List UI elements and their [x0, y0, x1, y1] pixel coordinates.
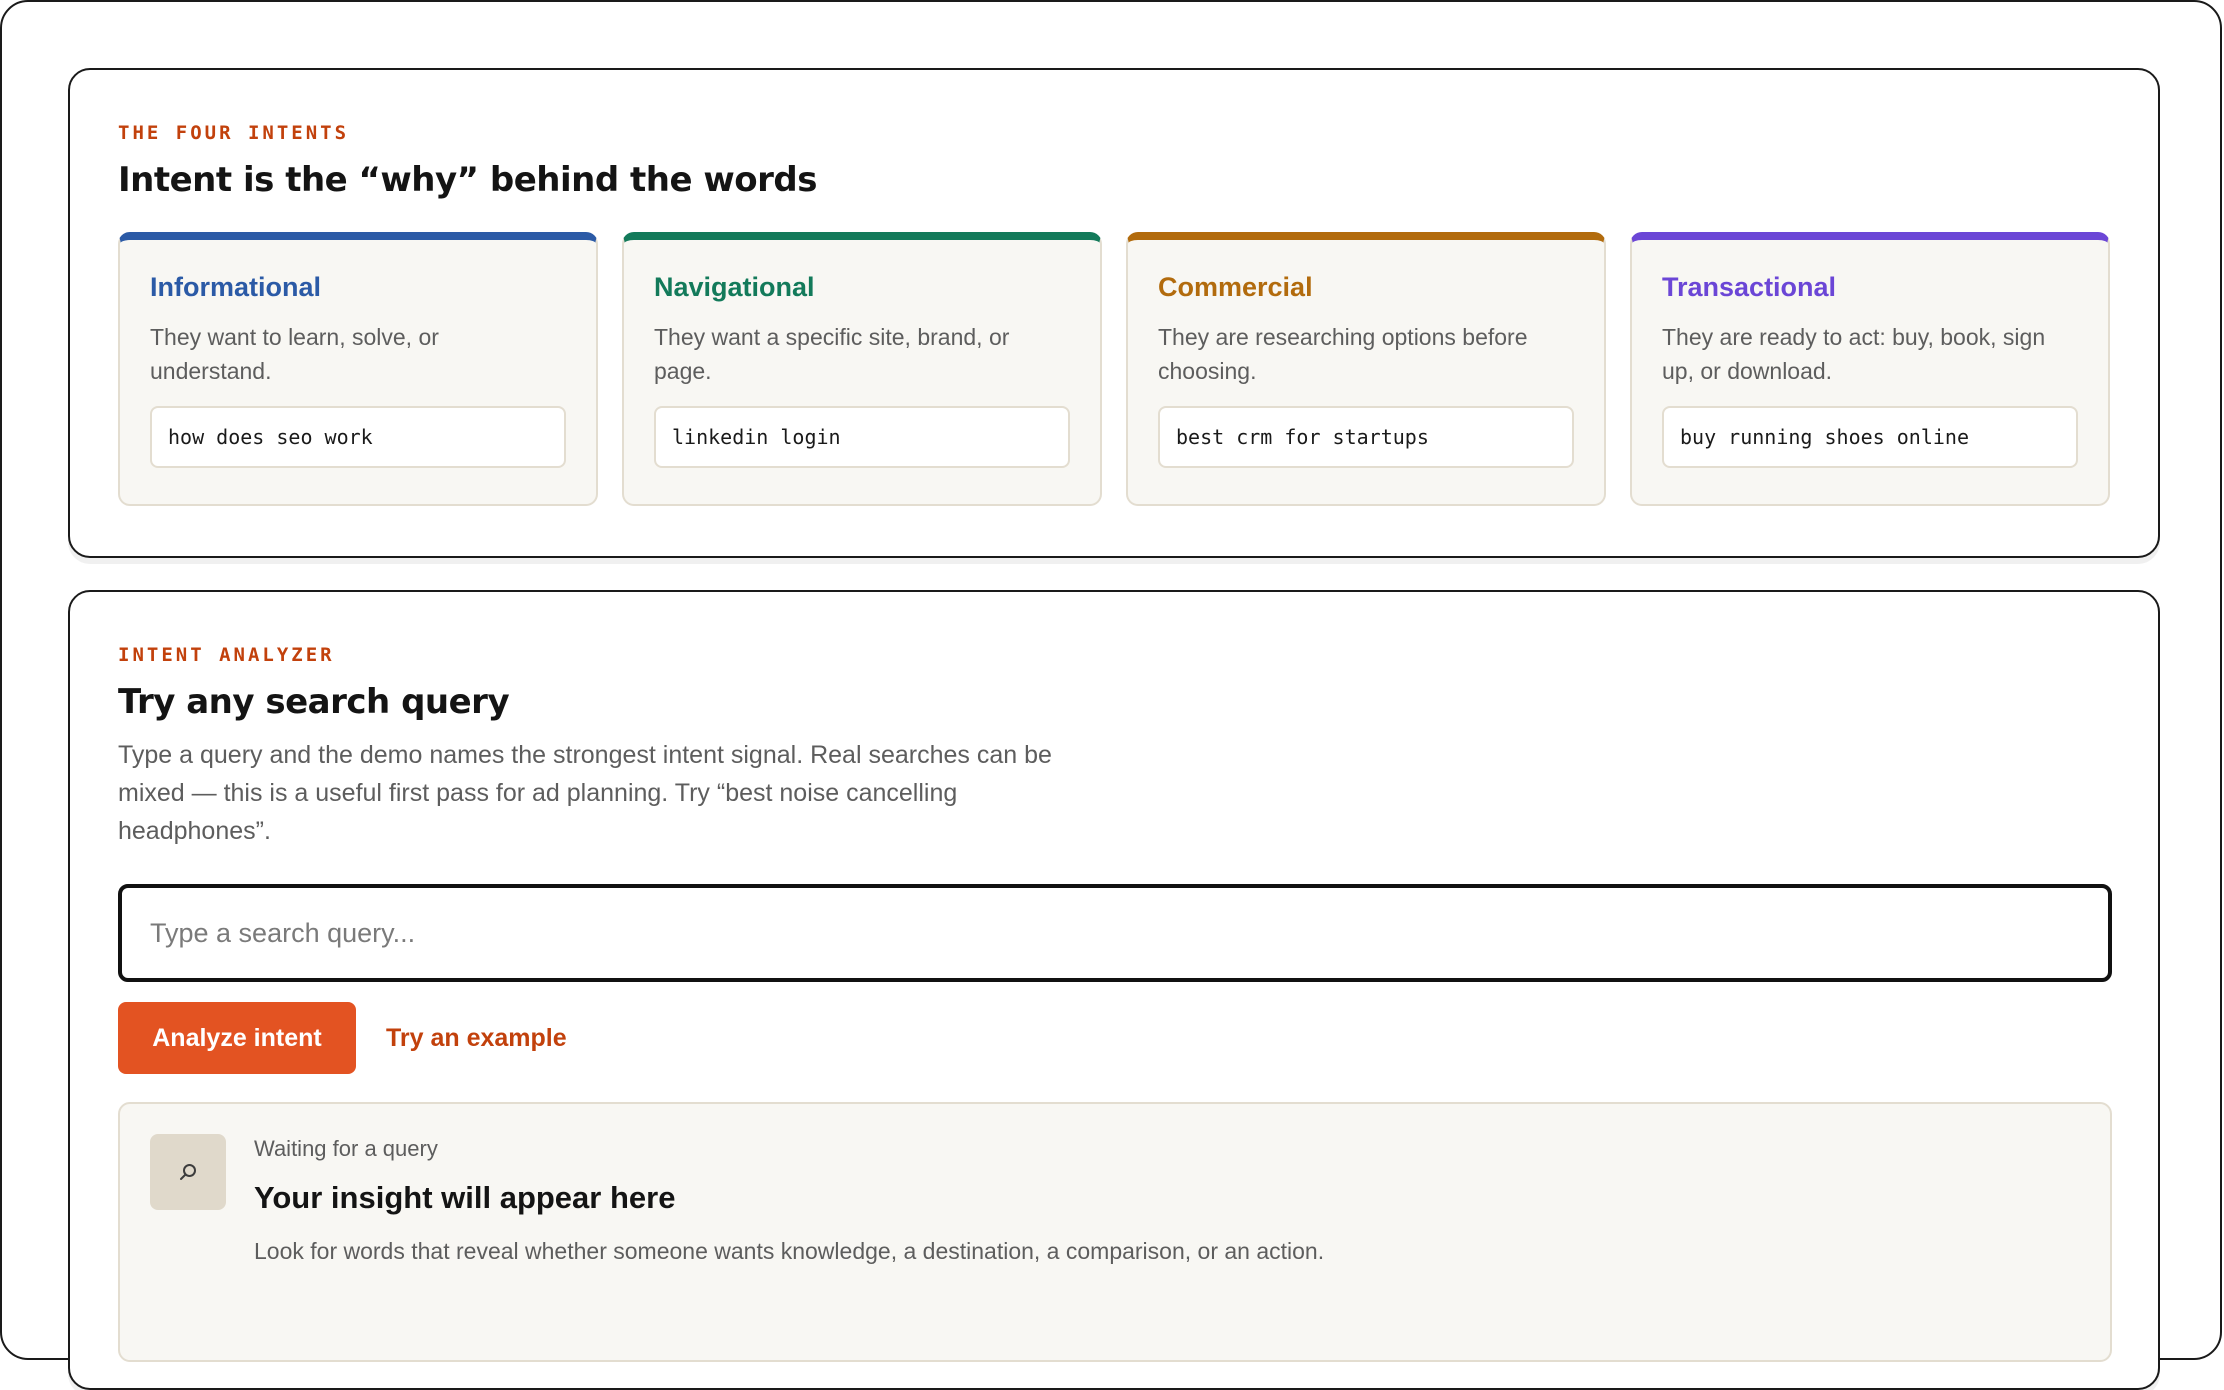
- intent-card-title: Commercial: [1158, 272, 1313, 302]
- insight-status: Waiting for a query: [254, 1136, 438, 1161]
- insight-title: Your insight will appear here: [254, 1180, 676, 1215]
- intent-card-description: They are ready to act: buy, book, sign u…: [1662, 324, 2046, 384]
- intent-card-title: Transactional: [1662, 272, 1837, 302]
- intent-card-example: best crm for startups: [1158, 406, 1574, 468]
- four-intents-panel: THE FOUR INTENTS Intent is the “why” beh…: [68, 68, 2160, 558]
- analyze-intent-button[interactable]: Analyze intent: [118, 1002, 356, 1074]
- intent-card-commercial: Commercial They are researching options …: [1126, 232, 1606, 506]
- search-icon: [150, 1134, 226, 1210]
- intent-analyzer-panel: INTENT ANALYZER Try any search query Typ…: [68, 590, 2160, 1390]
- intent-card-example: buy running shoes online: [1662, 406, 2078, 468]
- intent-cards: Informational They want to learn, solve,…: [118, 232, 2112, 506]
- intent-card-example: linkedin login: [654, 406, 1070, 468]
- intent-card-title: Informational: [150, 272, 322, 302]
- intent-card-description: They want to learn, solve, or understand…: [150, 324, 439, 384]
- analyzer-title: Try any search query: [118, 682, 510, 722]
- intent-card-navigational: Navigational They want a specific site, …: [622, 232, 1102, 506]
- intents-eyebrow: THE FOUR INTENTS: [118, 122, 350, 144]
- analyzer-description: Type a query and the demo names the stro…: [118, 741, 1052, 845]
- intent-card-title: Navigational: [654, 272, 815, 302]
- intent-card-example: how does seo work: [150, 406, 566, 468]
- intents-title: Intent is the “why” behind the words: [118, 160, 817, 200]
- intent-card-description: They want a specific site, brand, or pag…: [654, 324, 1010, 384]
- intent-card-informational: Informational They want to learn, solve,…: [118, 232, 598, 506]
- intent-card-transactional: Transactional They are ready to act: buy…: [1630, 232, 2110, 506]
- try-example-button[interactable]: Try an example: [386, 1002, 567, 1074]
- intent-card-description: They are researching options before choo…: [1158, 324, 1528, 384]
- page-frame: THE FOUR INTENTS Intent is the “why” beh…: [0, 0, 2222, 1390]
- insight-result-box: Waiting for a query Your insight will ap…: [118, 1102, 2112, 1362]
- search-query-input[interactable]: [118, 884, 2112, 982]
- analyzer-eyebrow: INTENT ANALYZER: [118, 644, 335, 666]
- insight-hint: Look for words that reveal whether someo…: [254, 1238, 1325, 1264]
